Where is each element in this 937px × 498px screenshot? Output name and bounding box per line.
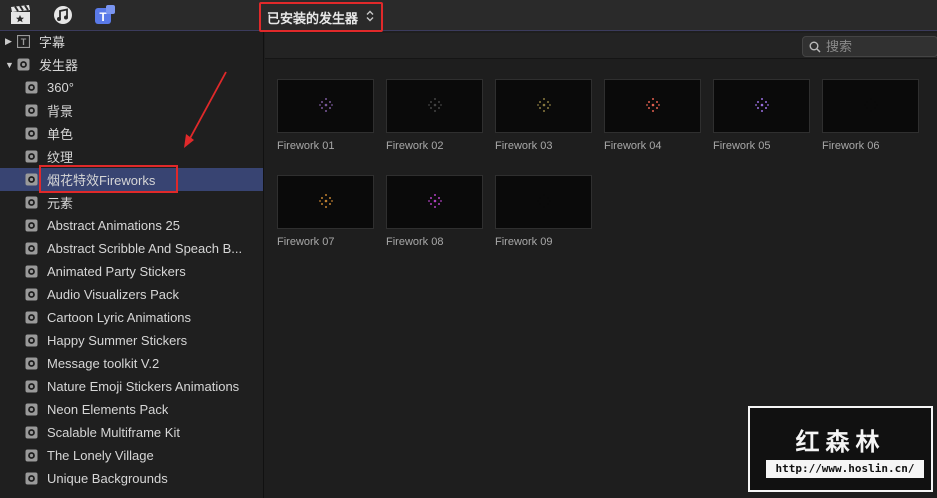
annotation-arrow-icon	[184, 71, 227, 148]
sidebar-item-label: Nature Emoji Stickers Animations	[47, 379, 240, 394]
disclosure-expanded-icon[interactable]: ▼	[5, 60, 15, 70]
sidebar-item-label: The Lonely Village	[47, 448, 154, 463]
generator-category-icon	[25, 196, 47, 209]
sidebar-section-0[interactable]: ▶ T 字幕	[0, 30, 263, 53]
sidebar-item-label: Neon Elements Pack	[47, 402, 169, 417]
sidebar-item-17[interactable]: Unique Backgrounds	[0, 467, 263, 490]
sidebar-item-label: Happy Summer Stickers	[47, 333, 188, 348]
sidebar-item-label: Scalable Multiframe Kit	[47, 425, 180, 440]
generator-category-icon	[25, 265, 47, 278]
watermark-logo: 红森林	[795, 429, 886, 456]
firework-preview-icon	[319, 194, 333, 208]
clip-label: Firework 04	[604, 140, 662, 152]
sidebar-item-6[interactable]: Abstract Animations 25	[0, 214, 263, 237]
sidebar-item-11[interactable]: Happy Summer Stickers	[0, 329, 263, 352]
generator-category-icon	[25, 81, 47, 94]
generators-dropdown[interactable]: 已安装的发生器	[259, 2, 383, 32]
selection-highlight-box	[39, 165, 178, 193]
clip-label: Firework 07	[277, 236, 335, 248]
firework-preview-icon	[537, 194, 551, 208]
clip-thumbnail-7[interactable]	[386, 175, 483, 229]
generator-category-icon	[25, 150, 47, 163]
disclosure-collapsed-icon[interactable]: ▶	[5, 36, 15, 47]
watermark-url: http://www.hoslin.cn/	[766, 460, 924, 478]
sidebar-section-label: 字幕	[39, 35, 66, 50]
sidebar-item-8[interactable]: Animated Party Stickers	[0, 260, 263, 283]
top-toolbar: T 已安装的发生器	[0, 0, 937, 32]
clip-label: Firework 05	[713, 140, 771, 152]
generators-icon	[17, 58, 39, 71]
clip-thumbnail-3[interactable]	[604, 79, 701, 133]
clip-thumbnail-2[interactable]	[495, 79, 592, 133]
clip-thumbnail-4[interactable]	[713, 79, 810, 133]
svg-text:T: T	[21, 37, 27, 47]
generator-category-icon	[25, 127, 47, 140]
sidebar-item-9[interactable]: Audio Visualizers Pack	[0, 283, 263, 306]
generator-category-icon	[25, 426, 47, 439]
sidebar-item-14[interactable]: Neon Elements Pack	[0, 398, 263, 421]
generator-category-icon	[25, 403, 47, 416]
sidebar-item-label: Cartoon Lyric Animations	[47, 310, 192, 325]
chevron-updown-icon	[366, 10, 374, 25]
clip-label: Firework 02	[386, 140, 444, 152]
clapperboard-icon[interactable]	[10, 5, 32, 25]
sidebar-item-5[interactable]: 元素	[0, 191, 263, 214]
clip-label: Firework 03	[495, 140, 553, 152]
clip-thumbnail-1[interactable]	[386, 79, 483, 133]
generator-category-icon	[25, 334, 47, 347]
sidebar-item-16[interactable]: The Lonely Village	[0, 444, 263, 467]
clip-label: Firework 01	[277, 140, 335, 152]
sidebar-item-label: Unique Backgrounds	[47, 471, 168, 486]
sidebar-item-12[interactable]: Message toolkit V.2	[0, 352, 263, 375]
titles-icon: T	[17, 35, 39, 48]
generator-category-icon	[25, 242, 47, 255]
generator-category-icon	[25, 472, 47, 485]
generator-category-icon	[25, 311, 47, 324]
clip-thumbnail-8[interactable]	[495, 175, 592, 229]
firework-preview-icon	[428, 194, 442, 208]
generator-category-icon	[25, 380, 47, 393]
search-input[interactable]	[826, 39, 926, 54]
search-field[interactable]	[802, 36, 937, 57]
generators-dropdown-label: 已安装的发生器	[267, 10, 359, 26]
clip-thumbnail-6[interactable]	[277, 175, 374, 229]
firework-preview-icon	[646, 98, 660, 112]
search-icon	[809, 41, 821, 53]
sidebar-item-label: Animated Party Stickers	[47, 264, 186, 279]
firework-preview-icon	[864, 98, 878, 112]
sidebar-item-7[interactable]: Abstract Scribble And Speach B...	[0, 237, 263, 260]
sidebar-item-label: 纹理	[47, 150, 74, 165]
sidebar-item-label: 360°	[47, 80, 74, 95]
sidebar-item-label: 背景	[47, 104, 74, 119]
generator-category-icon	[25, 357, 47, 370]
clip-thumbnail-5[interactable]	[822, 79, 919, 133]
firework-preview-icon	[428, 98, 442, 112]
watermark: 红森林 http://www.hoslin.cn/	[748, 406, 933, 492]
clip-label: Firework 09	[495, 236, 553, 248]
sidebar-item-label: Audio Visualizers Pack	[47, 287, 179, 302]
generator-category-icon	[25, 288, 47, 301]
titles-generators-icon[interactable]: T	[94, 5, 116, 25]
sidebar-item-label: Message toolkit V.2	[47, 356, 160, 371]
clip-label: Firework 08	[386, 236, 444, 248]
sidebar-item-label: 元素	[47, 196, 74, 211]
generator-category-icon	[25, 219, 47, 232]
generator-category-icon	[25, 449, 47, 462]
sidebar-item-13[interactable]: Nature Emoji Stickers Animations	[0, 375, 263, 398]
clip-thumbnail-0[interactable]	[277, 79, 374, 133]
generator-category-icon	[25, 104, 47, 117]
firework-preview-icon	[755, 98, 769, 112]
sidebar-item-10[interactable]: Cartoon Lyric Animations	[0, 306, 263, 329]
sidebar-item-label: Abstract Scribble And Speach B...	[47, 241, 243, 256]
sidebar-section-label: 发生器	[39, 58, 79, 73]
sidebar-item-15[interactable]: Scalable Multiframe Kit	[0, 421, 263, 444]
clip-label: Firework 06	[822, 140, 880, 152]
music-icon[interactable]	[52, 5, 74, 25]
firework-preview-icon	[319, 98, 333, 112]
sidebar-item-label: 单色	[47, 127, 74, 142]
sidebar-item-label: Abstract Animations 25	[47, 218, 180, 233]
firework-preview-icon	[537, 98, 551, 112]
